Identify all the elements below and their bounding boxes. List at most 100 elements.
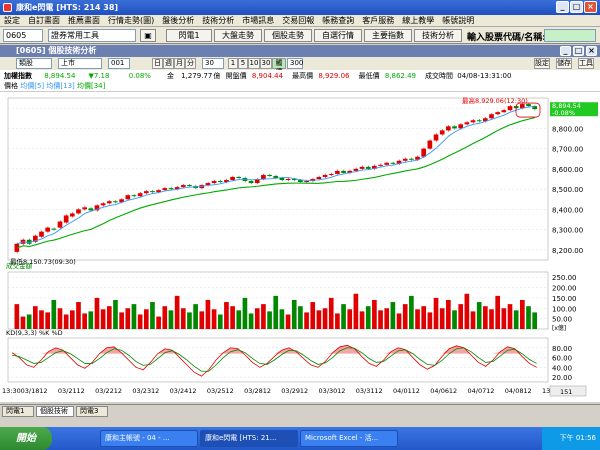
symbol-select[interactable]: 類股 [16,58,52,69]
period-week[interactable]: 週 [163,58,174,69]
volume-bar [69,310,75,329]
volume-bar [82,313,87,329]
toolbar-button[interactable]: 個股走勢 [264,29,312,42]
candle [205,183,211,186]
minute-5[interactable]: 5 [238,58,248,69]
candle [88,208,94,211]
toolbar-button[interactable]: 閃電1 [166,29,212,42]
volume-bar [310,302,316,329]
volume-bar [267,311,272,329]
active-mode-button[interactable]: 觸價 [272,58,286,76]
menu-item[interactable]: 帳號說明 [438,15,478,27]
search-input[interactable] [544,29,596,42]
period-day[interactable]: 日 [152,58,163,69]
close-button[interactable]: × [584,1,597,13]
volume-bar [119,312,124,329]
x-tick-label: 12 [337,387,345,395]
volume-bar [162,306,168,329]
candle [378,164,383,166]
x-tick-label: 12 [114,387,122,395]
stock-code-input[interactable]: 0605 [3,29,43,42]
tools-button[interactable]: 工具 [578,58,594,69]
candle [236,176,242,178]
toolbar-button[interactable]: 主要指數 [364,29,412,42]
candle [217,181,223,183]
candle [353,168,359,171]
start-button[interactable]: 開始 [0,427,52,450]
period-month[interactable]: 月 [174,58,185,69]
volume-bar [427,312,433,329]
menu-item[interactable]: 帳務查詢 [318,15,358,27]
candle [76,209,81,214]
sub-close-button[interactable]: × [586,46,597,56]
stock-chart[interactable]: 8,900.008,800.008,700.008,600.008,500.00… [0,92,600,402]
volume-bar [242,297,248,329]
menu-item[interactable]: 客戶服務 [358,15,398,27]
tool-icon[interactable]: ▣ [140,29,156,42]
minute-10[interactable]: 10 [248,58,260,69]
volume-bar [248,313,254,329]
toolbar-button[interactable]: 自選行情 [314,29,362,42]
scroll-label: 151 [560,388,572,396]
period-minute[interactable]: 分 [185,58,196,69]
system-tray: 下午 01:56 [542,427,600,450]
volume-tick-label: 250.00 [552,274,577,282]
task-item[interactable]: Microsoft Excel - 活... [300,430,398,447]
minimize-button[interactable]: _ [556,1,569,13]
interval-select[interactable]: 30 [202,58,224,69]
tab-stock-tech[interactable]: 個股技術 [36,406,74,417]
toolbar-button[interactable]: 技術分析 [414,29,462,42]
candle [187,185,192,187]
minute-30[interactable]: 30 [260,58,272,69]
x-tick-label: 12 [151,387,159,395]
x-tick-label: 13:30 [2,387,21,395]
task-item[interactable]: 康和主帳號 - 04 - ... [100,430,198,447]
minute-1[interactable]: 1 [228,58,238,69]
candle [261,174,266,179]
menu-item[interactable]: 推薦畫面 [64,15,104,27]
candle [285,179,291,181]
menu-item[interactable]: 技術分析 [198,15,238,27]
volume-bar [39,310,44,329]
volume-bar [217,314,223,329]
tool-select[interactable]: 證券常用工具 [48,29,136,42]
sub-maximize-button[interactable]: □ [573,46,584,56]
chart-controls: 類股 上市 001 日 週 月 分 30 1 5 10 30 觸價 300 設定… [0,57,600,76]
toolbar-button[interactable]: 大盤走勢 [214,29,262,42]
legend-price: 價格 [4,82,18,90]
volume-tick-label: 200.00 [552,285,577,293]
sub-minimize-button[interactable]: _ [560,46,571,56]
task-item[interactable]: 康和e閃電 [HTS: 21... [200,430,298,447]
volume-bar [359,311,365,329]
volume-bar [76,302,81,329]
menu-item[interactable]: 設定 [0,15,24,27]
menu-item[interactable]: 線上教學 [398,15,438,27]
volume-bar [156,316,161,329]
volume-bar [328,297,334,329]
candle [248,181,254,184]
tab-flash1[interactable]: 閃電1 [2,406,34,417]
maximize-button[interactable]: □ [570,1,583,13]
price-tick-label: 8,800.00 [552,125,583,133]
x-tick-label: 04/06 [430,387,449,395]
index-select[interactable]: 001 [108,58,130,69]
volume-title: 成交金額 [6,261,33,270]
menu-item[interactable]: 盤後分析 [158,15,198,27]
candle [180,185,186,188]
market-select[interactable]: 上市 [58,58,102,69]
kd-tick-label: 80.00 [552,345,572,353]
settings-button[interactable]: 設定 [534,58,550,69]
menu-item[interactable]: 交易回報 [278,15,318,27]
menu-item[interactable]: 市場訊息 [238,15,278,27]
quote-panel: 加權指數 8,894.54 ▼7.18 0.08% 金 1,279.77 億 開… [0,70,600,92]
volume-bar [526,306,531,329]
chart-area[interactable]: 8,900.008,800.008,700.008,600.008,500.00… [0,92,600,402]
save-button[interactable]: 儲存 [556,58,572,69]
volume-bar [106,306,112,329]
menu-item[interactable]: 自訂畫面 [24,15,64,27]
menu-item[interactable]: 行情走勢(圖) [104,15,158,27]
volume-bar [199,311,205,329]
x-tick-label: 04/07 [468,387,487,395]
tab-flash3[interactable]: 閃電3 [76,406,108,417]
count-input[interactable]: 300 [287,58,303,69]
